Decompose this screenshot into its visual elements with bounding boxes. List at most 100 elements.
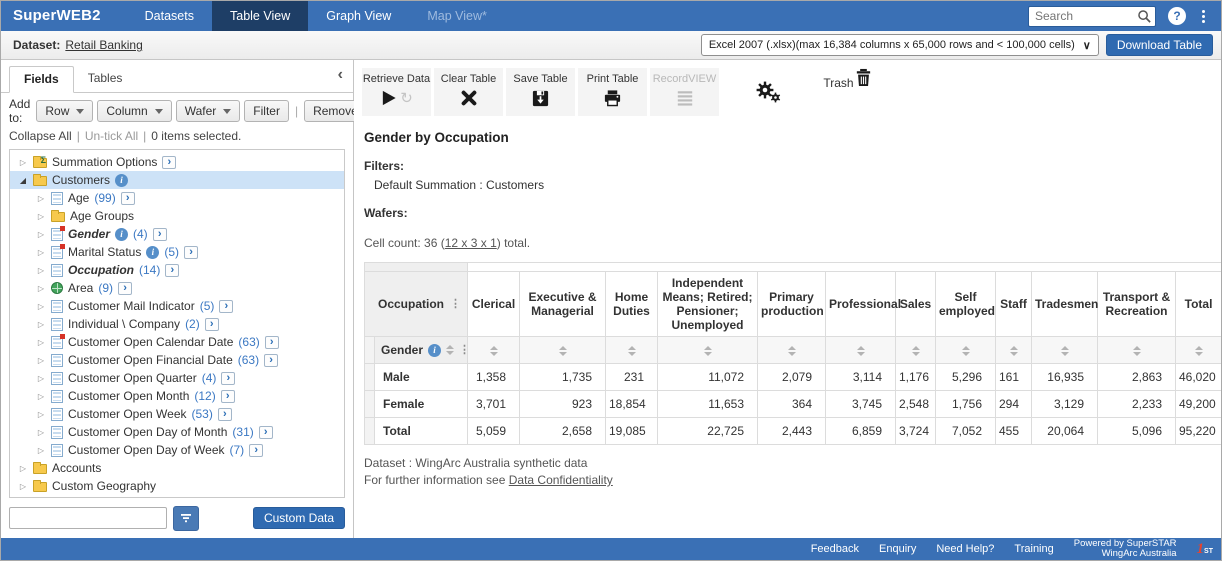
column-header-home-duties[interactable]: Home Duties: [606, 272, 658, 337]
search-icon[interactable]: [1137, 9, 1152, 24]
row-header[interactable]: Male: [375, 364, 468, 391]
sort-icon[interactable]: [1061, 346, 1069, 356]
print-table-button[interactable]: Print Table: [578, 68, 647, 116]
collapse-all-link[interactable]: Collapse All: [9, 129, 72, 143]
info-icon[interactable]: i: [115, 174, 128, 187]
column-header-independent-means-retired-pensioner-unemployed[interactable]: Independent Means; Retired; Pensioner; U…: [658, 272, 758, 337]
column-header-tradesmen[interactable]: Tradesmen: [1032, 272, 1098, 337]
footer-link-training[interactable]: Training: [1014, 543, 1053, 555]
filter-button[interactable]: Filter: [244, 100, 289, 122]
tree-item-customer-open-day-of-week[interactable]: ▷Customer Open Day of Week(7)›: [10, 441, 344, 459]
info-icon[interactable]: i: [428, 344, 441, 357]
sort-icon[interactable]: [912, 346, 920, 356]
column-header-staff[interactable]: Staff: [996, 272, 1032, 337]
trash-button[interactable]: Trash: [818, 68, 878, 116]
data-cell[interactable]: 1,735: [520, 364, 606, 391]
row-header[interactable]: Female: [375, 391, 468, 418]
tree-item-custom-geography[interactable]: ▷Custom Geography: [10, 477, 344, 495]
column-header-clerical[interactable]: Clerical: [468, 272, 520, 337]
data-cell[interactable]: 7,052: [936, 418, 996, 445]
sort-icon[interactable]: [559, 346, 567, 356]
add-to-row-button[interactable]: Row: [36, 100, 93, 122]
data-cell[interactable]: 2,548: [896, 391, 936, 418]
tree-item-customer-open-week[interactable]: ▷Customer Open Week(53)›: [10, 405, 344, 423]
download-table-button[interactable]: Download Table: [1106, 34, 1213, 56]
column-sort-cell[interactable]: [1176, 337, 1222, 364]
info-icon[interactable]: i: [115, 228, 128, 241]
drilldown-icon[interactable]: ›: [165, 264, 179, 277]
column-header-executive-managerial[interactable]: Executive & Managerial: [520, 272, 606, 337]
drilldown-icon[interactable]: ›: [265, 336, 279, 349]
data-cell[interactable]: 11,072: [658, 364, 758, 391]
data-cell[interactable]: 46,020: [1176, 364, 1222, 391]
data-cell[interactable]: 2,863: [1098, 364, 1176, 391]
column-sort-cell[interactable]: [606, 337, 658, 364]
sort-icon[interactable]: [1195, 346, 1203, 356]
expand-caret-icon[interactable]: ▷: [36, 428, 46, 437]
info-icon[interactable]: i: [146, 246, 159, 259]
column-header-professional[interactable]: Professional: [826, 272, 896, 337]
help-icon[interactable]: ?: [1168, 7, 1186, 25]
column-sort-cell[interactable]: [1032, 337, 1098, 364]
drilldown-icon[interactable]: ›: [218, 408, 232, 421]
tab-table-view[interactable]: Table View: [212, 1, 308, 31]
save-table-button[interactable]: Save Table: [506, 68, 575, 116]
data-cell[interactable]: 294: [996, 391, 1032, 418]
custom-data-button[interactable]: Custom Data: [253, 507, 345, 529]
tree-item-customer-open-quarter[interactable]: ▷Customer Open Quarter(4)›: [10, 369, 344, 387]
data-cell[interactable]: 455: [996, 418, 1032, 445]
data-cell[interactable]: 20,064: [1032, 418, 1098, 445]
clear-table-button[interactable]: Clear Table: [434, 68, 503, 116]
expand-caret-icon[interactable]: ▷: [36, 392, 46, 401]
data-cell[interactable]: 3,724: [896, 418, 936, 445]
data-cell[interactable]: 11,653: [658, 391, 758, 418]
sort-icon[interactable]: [962, 346, 970, 356]
tree-item-age-groups[interactable]: ▷Age Groups: [10, 207, 344, 225]
row-header[interactable]: Total: [375, 418, 468, 445]
export-format-select[interactable]: Excel 2007 (.xlsx)(max 16,384 columns x …: [701, 34, 1099, 56]
collapse-panel-icon[interactable]: ‹: [338, 67, 343, 83]
tree-item-customer-open-day-of-month[interactable]: ▷Customer Open Day of Month(31)›: [10, 423, 344, 441]
drilldown-icon[interactable]: ›: [259, 426, 273, 439]
data-cell[interactable]: 16,935: [1032, 364, 1098, 391]
drilldown-icon[interactable]: ›: [221, 372, 235, 385]
drilldown-icon[interactable]: ›: [264, 354, 278, 367]
sort-icon[interactable]: [628, 346, 636, 356]
data-cell[interactable]: 923: [520, 391, 606, 418]
sort-icon[interactable]: [1133, 346, 1141, 356]
tree-item-occupation[interactable]: ▷Occupation(14)›: [10, 261, 344, 279]
expand-caret-icon[interactable]: ▷: [18, 158, 28, 167]
collapse-caret-icon[interactable]: ◢: [18, 176, 28, 185]
expand-caret-icon[interactable]: ▷: [36, 248, 46, 257]
tree-item-customer-mail-indicator[interactable]: ▷Customer Mail Indicator(5)›: [10, 297, 344, 315]
column-header-self-employed[interactable]: Self employed: [936, 272, 996, 337]
column-menu-kebab-icon[interactable]: ⋮: [459, 345, 470, 356]
add-to-wafer-button[interactable]: Wafer: [176, 100, 241, 122]
column-menu-kebab-icon[interactable]: ⋮: [450, 299, 461, 310]
untick-all-link[interactable]: Un-tick All: [85, 129, 138, 143]
cell-count-link[interactable]: 12 x 3 x 1: [445, 236, 497, 250]
footer-link-feedback[interactable]: Feedback: [811, 543, 859, 555]
tree-item-individual-company[interactable]: ▷Individual \ Company(2)›: [10, 315, 344, 333]
sort-icon[interactable]: [1010, 346, 1018, 356]
tree-item-customer-open-financial-date[interactable]: ▷Customer Open Financial Date(63)›: [10, 351, 344, 369]
data-cell[interactable]: 161: [996, 364, 1032, 391]
column-sort-cell[interactable]: [936, 337, 996, 364]
sidebar-tab-tables[interactable]: Tables: [74, 66, 137, 93]
drilldown-icon[interactable]: ›: [121, 192, 135, 205]
footer-link-enquiry[interactable]: Enquiry: [879, 543, 916, 555]
expand-caret-icon[interactable]: ▷: [18, 482, 28, 491]
expand-caret-icon[interactable]: ▷: [36, 266, 46, 275]
data-cell[interactable]: 2,079: [758, 364, 826, 391]
expand-caret-icon[interactable]: ▷: [36, 446, 46, 455]
data-cell[interactable]: 1,756: [936, 391, 996, 418]
data-cell[interactable]: 231: [606, 364, 658, 391]
drilldown-icon[interactable]: ›: [184, 246, 198, 259]
sort-icon[interactable]: [446, 345, 454, 355]
tree-item-summation-options[interactable]: ▷Summation Options›: [10, 153, 344, 171]
field-search-input[interactable]: [9, 507, 167, 529]
tree-item-gender[interactable]: ▷Genderi(4)›: [10, 225, 344, 243]
data-cell[interactable]: 2,233: [1098, 391, 1176, 418]
column-header-total[interactable]: Total: [1176, 272, 1222, 337]
expand-caret-icon[interactable]: ▷: [36, 284, 46, 293]
